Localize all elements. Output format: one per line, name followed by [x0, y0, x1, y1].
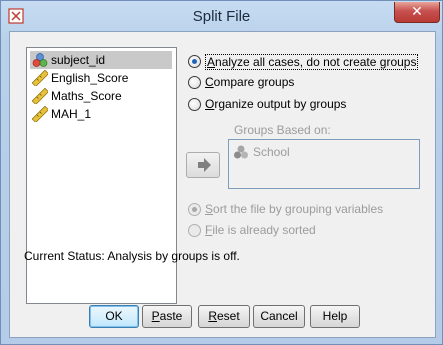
radio-indicator[interactable] — [188, 55, 201, 68]
radio-indicator[interactable] — [188, 98, 201, 111]
paste-button[interactable]: Paste — [142, 305, 192, 328]
nominal-variable-icon — [234, 145, 248, 159]
radio-indicator[interactable] — [188, 76, 201, 89]
split-file-dialog: Split File ✕ subject_id English_Score Ma… — [0, 0, 443, 345]
window-title: Split File — [192, 8, 251, 25]
scale-variable-icon — [32, 106, 48, 122]
current-status-text: Current Status: Analysis by groups is of… — [24, 249, 240, 263]
dialog-body: subject_id English_Score Maths_Score MAH… — [9, 31, 436, 338]
list-item[interactable]: subject_id — [30, 51, 172, 69]
radio-label: Analyze all cases, do not create groups — [205, 54, 419, 70]
radio-indicator[interactable] — [188, 224, 201, 237]
variable-list[interactable]: subject_id English_Score Maths_Score MAH… — [26, 47, 177, 304]
list-item[interactable]: MAH_1 — [30, 105, 172, 123]
radio-label: File is already sorted — [205, 223, 316, 237]
radio-label: Sort the file by grouping variables — [205, 202, 384, 216]
variable-label: subject_id — [51, 53, 106, 67]
scale-variable-icon — [32, 88, 48, 104]
radio-label: Organize output by groups — [205, 97, 347, 111]
title-bar[interactable]: Split File ✕ — [1, 1, 442, 31]
cancel-button[interactable]: Cancel — [253, 305, 305, 328]
help-button[interactable]: Help — [310, 305, 360, 328]
move-to-groups-button[interactable] — [186, 152, 220, 178]
variable-label: Maths_Score — [51, 89, 122, 103]
nominal-variable-icon — [32, 53, 48, 67]
reset-button[interactable]: Reset — [198, 305, 250, 328]
list-item[interactable]: English_Score — [30, 69, 172, 87]
variable-label: English_Score — [51, 71, 129, 85]
list-item[interactable]: Maths_Score — [30, 87, 172, 105]
radio-label: Compare groups — [205, 75, 295, 89]
groups-based-on-label: Groups Based on: — [234, 123, 331, 137]
variable-label: MAH_1 — [51, 107, 92, 121]
arrow-right-icon — [198, 158, 211, 172]
groups-based-on-list[interactable]: School — [228, 139, 420, 189]
list-item[interactable]: School — [253, 145, 290, 159]
close-button[interactable]: ✕ — [394, 2, 440, 23]
radio-indicator[interactable] — [188, 203, 201, 216]
ok-button[interactable]: OK — [89, 305, 139, 328]
scale-variable-icon — [32, 70, 48, 86]
